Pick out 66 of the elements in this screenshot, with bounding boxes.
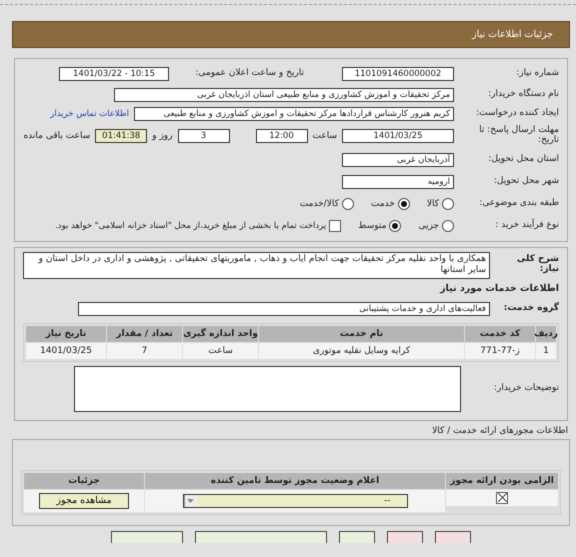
action-button[interactable] xyxy=(195,530,327,542)
checkbox-label: پرداخت تمام یا بخشی از مبلغ خرید،از محل "اسناد خزانه اسلامی" خواهد بود. xyxy=(55,221,326,231)
radio-button[interactable] xyxy=(342,198,354,210)
radio-button[interactable] xyxy=(442,220,454,232)
column-header: تعداد / مقدار xyxy=(107,326,182,342)
action-button[interactable] xyxy=(339,530,375,542)
days-label: روز و xyxy=(152,131,172,141)
radio-label: کالا xyxy=(426,199,439,209)
field-label: توضیحات خریدار: xyxy=(492,384,559,394)
action-button[interactable] xyxy=(387,530,423,542)
radio-label: جزیی xyxy=(418,221,439,231)
table-cell: ساعت xyxy=(183,342,258,358)
radio-label: متوسط xyxy=(358,221,386,231)
column-header: تاریخ نیاز xyxy=(26,326,106,342)
field-label: شرح کلی نیاز: xyxy=(516,255,559,276)
announce-date-field: 1401/03/22 - 10:15 xyxy=(59,67,169,81)
deadline-time-field: 12:00 xyxy=(256,129,308,143)
column-header: ردیف xyxy=(536,326,556,342)
field-label: مهلت ارسال پاسخ: تا تاریخ: xyxy=(478,126,559,146)
status-select[interactable]: -- xyxy=(182,494,408,508)
checkbox[interactable] xyxy=(329,220,342,232)
field-label: نام دستگاه خریدار: xyxy=(487,90,559,100)
radio-label: کالا/خدمت xyxy=(300,199,339,209)
table-cell: 1 xyxy=(536,342,556,358)
action-button[interactable] xyxy=(435,530,471,542)
table-cell: ز-77-771 xyxy=(465,342,535,358)
table-cell: 1401/03/25 xyxy=(26,342,106,358)
radio-button[interactable] xyxy=(389,220,402,232)
section-title: اطلاعات مجوزهای ارائه خدمت / کالا xyxy=(431,426,568,436)
radio-label: خدمت xyxy=(370,199,395,209)
remaining-time-field: 01:41:38 xyxy=(95,129,148,143)
field-label: گروه خدمت: xyxy=(502,304,559,314)
days-field: 3 xyxy=(178,129,230,143)
province-field: آذربایجان غربی xyxy=(342,153,454,167)
contact-link[interactable]: اطلاعات تماس خریدار xyxy=(50,108,129,118)
column-header: کد خدمت xyxy=(465,326,535,342)
page-header: جزئیات اطلاعات نیاز xyxy=(12,21,570,48)
service-group-field: فعالیت‌های اداری و خدمات پشتیبانی xyxy=(78,302,490,316)
field-label: نوع فرآیند خرید : xyxy=(494,221,559,231)
caret-icon xyxy=(184,494,196,506)
field-label: طبقه بندی موضوعی: xyxy=(478,199,559,209)
field-label: شهر محل تحویل: xyxy=(492,177,559,187)
action-button[interactable] xyxy=(111,530,183,542)
field-label: استان محل تحویل: xyxy=(487,155,559,165)
column-header: الزامی بودن ارائه مجوز xyxy=(446,472,558,488)
radio-button[interactable] xyxy=(442,198,454,210)
column-header: جزئیات xyxy=(24,472,144,488)
column-header: اعلام وضعیت مجوز توسط تامین کننده xyxy=(145,472,445,488)
remaining-label: ساعت باقی مانده xyxy=(23,131,90,141)
field-label: ایجاد کننده درخواست: xyxy=(475,108,559,118)
radio-button[interactable] xyxy=(398,198,410,210)
table-cell: 7 xyxy=(107,342,182,358)
column-header: نام خدمت xyxy=(259,326,464,342)
view-license-button[interactable]: مشاهده مجوز xyxy=(39,492,129,508)
table-cell: کرایه وسایل نقلیه موتوری xyxy=(259,342,464,358)
buyer-field: مرکز تحقیقات و اموزش کشاورزی و منابع طبیعی استان اذربایجان غربی xyxy=(114,88,454,102)
field-label: شماره نیاز: xyxy=(515,69,559,79)
city-field: ارومیه xyxy=(342,175,454,189)
field-label: تاریخ و ساعت اعلان عمومی: xyxy=(194,69,304,79)
section-title: اطلاعات خدمات مورد نیاز xyxy=(440,283,559,294)
need-number-field: 1101091460000002 xyxy=(342,67,454,81)
description-field: همکاری با واحد نقلیه مرکز تحقیقات جهت انجام ایاب و ذهاب , ماموریتهای تحقیقاتی , پژوهشی و اداری در داخل استان و سایر استانها xyxy=(23,252,490,278)
time-label: ساعت xyxy=(312,131,337,141)
creator-field: کریم هنرور کارشناس قراردادها مرکز تحقیقات و اموزش کشاورزی و منابع طبیعی xyxy=(134,106,454,120)
deadline-date-field: 1401/03/25 xyxy=(342,129,454,143)
column-header: واحد اندازه گیری xyxy=(183,326,258,342)
